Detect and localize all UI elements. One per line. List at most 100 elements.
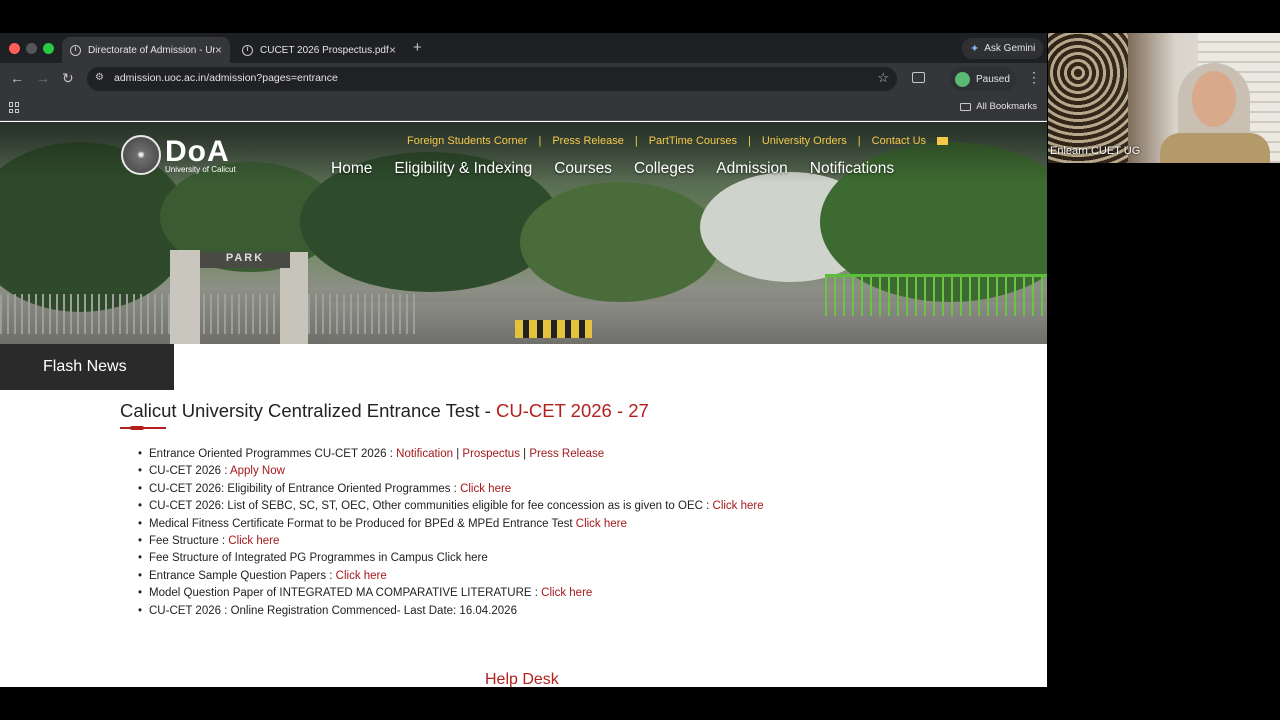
apply-now-link[interactable]: Apply Now [230, 465, 285, 477]
tab-title: CUCET 2026 Prospectus.pdf [260, 44, 389, 56]
site-settings-icon[interactable]: ⚙ [95, 72, 104, 83]
browser-window: i Directorate of Admission - Ur × i CUCE… [0, 33, 1047, 687]
fence [0, 294, 420, 334]
help-desk-heading: Help Desk [485, 671, 559, 687]
tab-search-icon[interactable] [912, 72, 925, 83]
notification-link[interactable]: Notification [396, 448, 453, 460]
bookmark-star-icon[interactable]: ☆ [877, 70, 889, 86]
list-item: CU-CET 2026 : Online Registration Commen… [138, 603, 980, 621]
browser-toolbar: ← → ↻ ⚙ admission.uoc.ac.in/admission?pa… [0, 63, 1047, 95]
item-text[interactable]: Fee Structure of Integrated PG Programme… [149, 552, 488, 564]
hero-banner: PARK ✺ DoA University of Calicut Foreign… [0, 122, 1047, 344]
ask-gemini-label: Ask Gemini [984, 43, 1036, 54]
nav-home[interactable]: Home [331, 160, 372, 178]
link-press-release[interactable]: Press Release [552, 135, 624, 147]
tab-cucet-prospectus[interactable]: i CUCET 2026 Prospectus.pdf × [234, 37, 404, 63]
click-here-link[interactable]: Click here [576, 518, 627, 530]
title-underline [120, 426, 166, 430]
announcement-list: Entrance Oriented Programmes CU-CET 2026… [138, 446, 980, 620]
reload-icon[interactable]: ↻ [62, 70, 74, 87]
all-bookmarks-button[interactable]: All Bookmarks [960, 101, 1037, 112]
tab-bar: i Directorate of Admission - Ur × i CUCE… [0, 33, 1047, 63]
separator: | [634, 135, 638, 147]
address-bar[interactable]: ⚙ admission.uoc.ac.in/admission?pages=en… [87, 67, 897, 91]
item-text: Fee Structure : [149, 534, 229, 547]
item-text: CU-CET 2026 : [149, 465, 230, 478]
gemini-spark-icon: ✦ [970, 43, 980, 55]
link-university-orders[interactable]: University Orders [762, 135, 847, 147]
nav-notifications[interactable]: Notifications [810, 160, 894, 178]
click-here-link[interactable]: Click here [336, 570, 387, 582]
click-here-link[interactable]: Click here [460, 483, 511, 495]
separator: | [538, 135, 542, 147]
tab-directorate-of-admission[interactable]: i Directorate of Admission - Ur × [62, 37, 230, 63]
web-page: PARK ✺ DoA University of Calicut Foreign… [0, 122, 1047, 687]
green-fence [825, 274, 1047, 316]
item-text: CU-CET 2026: List of SEBC, SC, ST, OEC, … [149, 500, 713, 513]
presenter-body [1160, 133, 1270, 163]
close-window-button[interactable] [9, 43, 20, 54]
all-bookmarks-label: All Bookmarks [976, 101, 1037, 112]
list-item: Entrance Oriented Programmes CU-CET 2026… [138, 446, 980, 464]
top-links: Foreign Students Corner | Press Release … [407, 135, 949, 147]
new-tab-button[interactable]: + [413, 39, 422, 56]
apps-grid-icon[interactable] [9, 102, 20, 113]
main-nav: Home Eligibility & Indexing Courses Coll… [331, 160, 894, 178]
profile-status: Paused [976, 73, 1010, 85]
list-item: Model Question Paper of INTEGRATED MA CO… [138, 585, 980, 603]
barrier [515, 320, 592, 338]
link-foreign-students-corner[interactable]: Foreign Students Corner [407, 135, 527, 147]
close-icon[interactable]: × [215, 43, 222, 57]
mail-icon[interactable] [937, 137, 949, 145]
click-here-link[interactable]: Click here [228, 535, 279, 547]
maximize-window-button[interactable] [43, 43, 54, 54]
list-item: Medical Fitness Certificate Format to be… [138, 516, 980, 534]
minimize-window-button[interactable] [26, 43, 37, 54]
webcam-label: Enlearn CUET UG [1050, 145, 1141, 157]
gate-pillar [170, 250, 200, 344]
list-item: Fee Structure : Click here [138, 533, 980, 551]
separator: | [857, 135, 861, 147]
gate-sign: PARK [200, 252, 290, 268]
back-arrow-icon[interactable]: ← [10, 70, 24, 86]
wall-pattern [1048, 33, 1128, 163]
list-item[interactable]: Fee Structure of Integrated PG Programme… [138, 550, 980, 568]
forward-arrow-icon[interactable]: → [36, 70, 50, 86]
item-text: Entrance Oriented Programmes CU-CET 2026… [149, 448, 397, 460]
flash-news-label: Flash News [0, 344, 174, 390]
link-contact-us[interactable]: Contact Us [872, 135, 926, 147]
nav-courses[interactable]: Courses [554, 160, 612, 178]
site-logo[interactable]: ✺ DoA University of Calicut [121, 135, 236, 175]
more-menu-icon[interactable]: ⋮ [1027, 69, 1041, 86]
presenter-face [1192, 71, 1236, 127]
screen: i Directorate of Admission - Ur × i CUCE… [0, 0, 1280, 720]
tree-decoration [520, 182, 720, 302]
avatar [955, 71, 970, 87]
url-text[interactable]: admission.uoc.ac.in/admission?pages=entr… [114, 72, 338, 84]
profile-button[interactable]: Paused [950, 67, 1016, 91]
ask-gemini-button[interactable]: ✦ Ask Gemini [962, 38, 1044, 59]
logo-text: DoA University of Calicut [165, 134, 236, 174]
nav-admission[interactable]: Admission [716, 160, 788, 178]
nav-colleges[interactable]: Colleges [634, 160, 694, 178]
click-here-link[interactable]: Click here [541, 587, 592, 599]
list-item: CU-CET 2026: Eligibility of Entrance Ori… [138, 481, 980, 499]
list-item: CU-CET 2026 : Apply Now [138, 463, 980, 481]
info-icon: i [242, 44, 253, 56]
page-title-prefix: Calicut University Centralized Entrance … [120, 400, 496, 421]
item-text: Entrance Sample Question Papers : [149, 569, 336, 582]
logo-small-text: University of Calicut [165, 164, 236, 174]
nav-eligibility-indexing[interactable]: Eligibility & Indexing [394, 160, 532, 178]
logo-big-text: DoA [165, 134, 230, 168]
click-here-link[interactable]: Click here [713, 500, 764, 512]
webcam-overlay: Enlearn CUET UG [1048, 33, 1280, 163]
link-parttime-courses[interactable]: PartTime Courses [649, 135, 737, 147]
info-icon: i [70, 44, 81, 56]
folder-icon [960, 102, 972, 111]
item-text: Medical Fitness Certificate Format to be… [149, 517, 576, 530]
prospectus-link[interactable]: Prospectus [462, 448, 520, 460]
press-release-link[interactable]: Press Release [529, 448, 604, 460]
page-title: Calicut University Centralized Entrance … [120, 400, 980, 422]
list-item: Entrance Sample Question Papers : Click … [138, 568, 980, 586]
close-icon[interactable]: × [389, 43, 396, 57]
